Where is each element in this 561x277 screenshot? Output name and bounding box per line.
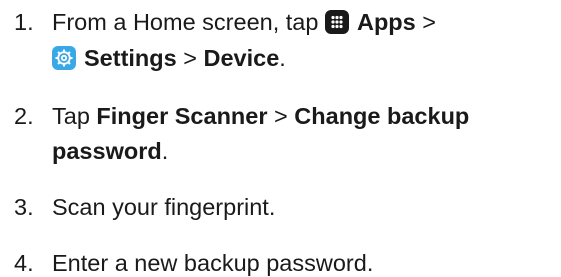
step-3-text: Scan your fingerprint. [52, 194, 276, 220]
step-1-separator-1: > [415, 9, 436, 35]
finger-scanner-label: Finger Scanner [96, 103, 268, 129]
step-4-number: 4. [14, 250, 34, 276]
step-2-number: 2. [14, 103, 34, 129]
step-1-number: 1. [14, 9, 34, 35]
apps-grid-icon [324, 10, 349, 34]
step-2-prefix: Tap [52, 103, 97, 129]
step-2-separator: > [267, 103, 295, 129]
step-3-number: 3. [14, 194, 34, 220]
step-1-prefix: From a Home screen, tap [52, 9, 325, 35]
device-label: Device [203, 45, 280, 71]
instruction-steps: 1. From a Home screen, tap Apps > Settin… [0, 0, 561, 276]
step-2-text-line-1: Tap Finger Scanner > Change backup [52, 102, 469, 130]
step-1-separator-2: > [176, 45, 204, 71]
step-1-text-line-1: From a Home screen, tap Apps > [52, 8, 436, 36]
settings-gear-icon [52, 46, 76, 70]
step-2-text-line-2: password. [52, 137, 168, 165]
step-1-end: . [279, 45, 286, 71]
step-2-end: . [161, 138, 169, 164]
step-4-text: Enter a new backup password. [52, 250, 374, 276]
settings-label: Settings [84, 45, 177, 71]
apps-label: Apps [356, 9, 416, 35]
change-backup-label: Change backup [294, 103, 470, 129]
step-1-text-line-2: Settings > Device. [52, 44, 286, 72]
password-label: password [52, 138, 162, 164]
